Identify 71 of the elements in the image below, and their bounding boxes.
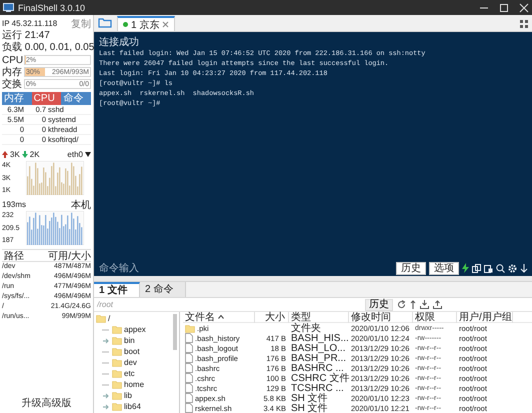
folder-name[interactable]: home bbox=[124, 380, 144, 389]
file-type: SH 文件 bbox=[291, 402, 328, 413]
folder-icon bbox=[185, 324, 195, 332]
grid-icon[interactable] bbox=[520, 20, 528, 28]
refresh-icon[interactable] bbox=[397, 300, 406, 309]
folder-name[interactable]: / bbox=[108, 314, 110, 323]
download-arrow-icon bbox=[22, 151, 28, 158]
interface-dropdown[interactable]: eth0 bbox=[67, 150, 83, 159]
folder-name[interactable]: lib64 bbox=[124, 402, 141, 411]
file-type: BASH_HIS... bbox=[291, 332, 349, 344]
file-type: BASH_LO... bbox=[291, 342, 346, 354]
search-icon[interactable] bbox=[496, 264, 505, 272]
file-type: CSHRC 文件 bbox=[291, 372, 350, 384]
column-header[interactable]: 修改时间 bbox=[349, 312, 413, 322]
upgrade-link[interactable]: 升级高级版 bbox=[2, 396, 91, 410]
window-title: FinalShell 3.0.10 bbox=[18, 2, 86, 12]
history-button[interactable]: 历史 bbox=[365, 298, 393, 310]
folder-name[interactable]: appex bbox=[124, 325, 146, 334]
column-header[interactable]: 文件名 bbox=[183, 312, 255, 322]
up-arrow-icon[interactable] bbox=[410, 300, 416, 309]
column-header[interactable]: CPU bbox=[32, 92, 62, 105]
panel-tab[interactable]: 2 命令 bbox=[140, 282, 186, 297]
folder-name[interactable]: etc bbox=[124, 369, 135, 378]
scrollbar[interactable] bbox=[173, 314, 177, 350]
paste-icon[interactable] bbox=[484, 264, 493, 272]
app-icon bbox=[3, 3, 14, 12]
column-header: 路径 bbox=[3, 250, 24, 262]
maximize-icon[interactable] bbox=[499, 2, 509, 12]
meter-label: CPU bbox=[2, 54, 23, 66]
settings-icon[interactable] bbox=[508, 264, 517, 272]
folder-name[interactable]: lib bbox=[124, 391, 132, 400]
copy-button[interactable]: 复制 bbox=[71, 16, 91, 30]
command-input-field[interactable]: 命令输入 bbox=[99, 262, 393, 274]
column-header[interactable]: 大小 bbox=[255, 312, 289, 322]
column-header[interactable]: 类型 bbox=[289, 312, 349, 322]
column-header[interactable]: 用户/用户组 bbox=[457, 312, 513, 322]
download-speed: 2K bbox=[30, 150, 40, 159]
file-type: 文件夹 bbox=[291, 322, 321, 334]
file-type: BASHRC ... bbox=[291, 362, 344, 374]
latency-graph bbox=[26, 211, 84, 245]
folder-name[interactable]: boot bbox=[124, 347, 140, 356]
toolbar-button[interactable]: 选项 bbox=[429, 262, 459, 274]
folder-name[interactable]: bin bbox=[124, 336, 135, 345]
terminal[interactable] bbox=[94, 32, 532, 276]
folder-name[interactable]: dev bbox=[124, 358, 137, 367]
meter-label: 交换 bbox=[2, 78, 23, 91]
network-graph bbox=[26, 161, 84, 195]
session-tab[interactable]: 1 京东 bbox=[117, 16, 176, 31]
toolbar-button[interactable]: 历史 bbox=[396, 262, 426, 274]
upload-icon[interactable] bbox=[433, 300, 442, 309]
tab-label: 1 京东 bbox=[131, 18, 160, 32]
file-type: TCSHRC ... bbox=[291, 382, 344, 394]
terminal-line: 连接成功 bbox=[99, 37, 140, 49]
folder-icon[interactable] bbox=[98, 17, 112, 28]
column-header[interactable]: 权限 bbox=[413, 312, 457, 322]
ping-target[interactable]: 本机 bbox=[71, 198, 91, 212]
latency-value: 193ms bbox=[2, 200, 26, 209]
file-type: BASH_PR... bbox=[291, 352, 346, 364]
download-icon[interactable] bbox=[420, 300, 429, 309]
panel-tab[interactable]: 1 文件 bbox=[94, 282, 140, 297]
column-header: 可用/大小 bbox=[47, 250, 91, 262]
upload-speed: 3K bbox=[10, 150, 20, 159]
uptime-text: 运行 21:47 bbox=[2, 30, 51, 42]
down-arrow-icon[interactable] bbox=[520, 264, 528, 272]
copy-icon[interactable] bbox=[472, 264, 481, 272]
meter-label: 内存 bbox=[2, 66, 23, 78]
ip-address: IP 45.32.11.118 bbox=[2, 19, 58, 28]
upload-arrow-icon bbox=[2, 151, 8, 158]
lightning-icon[interactable] bbox=[462, 263, 469, 273]
file-type: SH 文件 bbox=[291, 392, 328, 404]
dropdown-caret-icon[interactable] bbox=[85, 152, 91, 157]
